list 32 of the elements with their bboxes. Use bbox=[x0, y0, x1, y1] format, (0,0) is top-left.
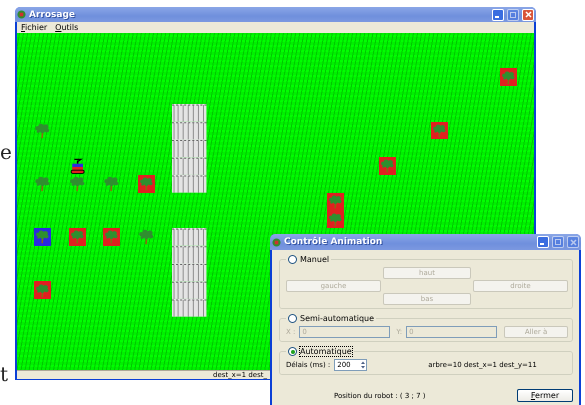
robot-icon bbox=[68, 157, 86, 175]
window-title: Contrôle Animation bbox=[284, 237, 384, 247]
mode-radio[interactable] bbox=[288, 347, 297, 356]
close-button[interactable] bbox=[567, 236, 579, 248]
close-button[interactable] bbox=[522, 8, 534, 20]
tree-icon bbox=[138, 228, 155, 246]
close-icon bbox=[570, 238, 576, 246]
window-title: Arrosage bbox=[29, 10, 76, 20]
app-icon bbox=[272, 238, 281, 246]
mode-label: Semi-automatique bbox=[300, 314, 374, 323]
background-text: e bbox=[0, 140, 12, 164]
mode-label: Automatique bbox=[300, 347, 352, 356]
maximize-button[interactable] bbox=[552, 236, 564, 248]
minimize-button[interactable] bbox=[492, 8, 504, 20]
minimize-button[interactable] bbox=[537, 236, 549, 248]
tree-icon bbox=[103, 174, 120, 192]
tree-icon bbox=[68, 174, 86, 192]
menu-item[interactable]: Fichier bbox=[21, 23, 48, 32]
mode-radio[interactable] bbox=[288, 255, 297, 264]
menu-item[interactable]: Outils bbox=[55, 23, 78, 32]
maximize-icon bbox=[510, 12, 516, 18]
close-icon bbox=[524, 11, 532, 18]
maximize-button[interactable] bbox=[507, 8, 519, 20]
tree-icon bbox=[34, 174, 52, 192]
tree-icon bbox=[34, 122, 52, 139]
mode-label: Manuel bbox=[300, 255, 330, 264]
app-icon bbox=[17, 10, 26, 19]
spin-arrows-icon[interactable] bbox=[360, 360, 366, 370]
background-text: t bbox=[0, 362, 8, 386]
close-dialog-button[interactable]: Fermer bbox=[517, 389, 573, 402]
mode-radio[interactable] bbox=[288, 314, 297, 323]
maximize-icon bbox=[555, 239, 561, 245]
